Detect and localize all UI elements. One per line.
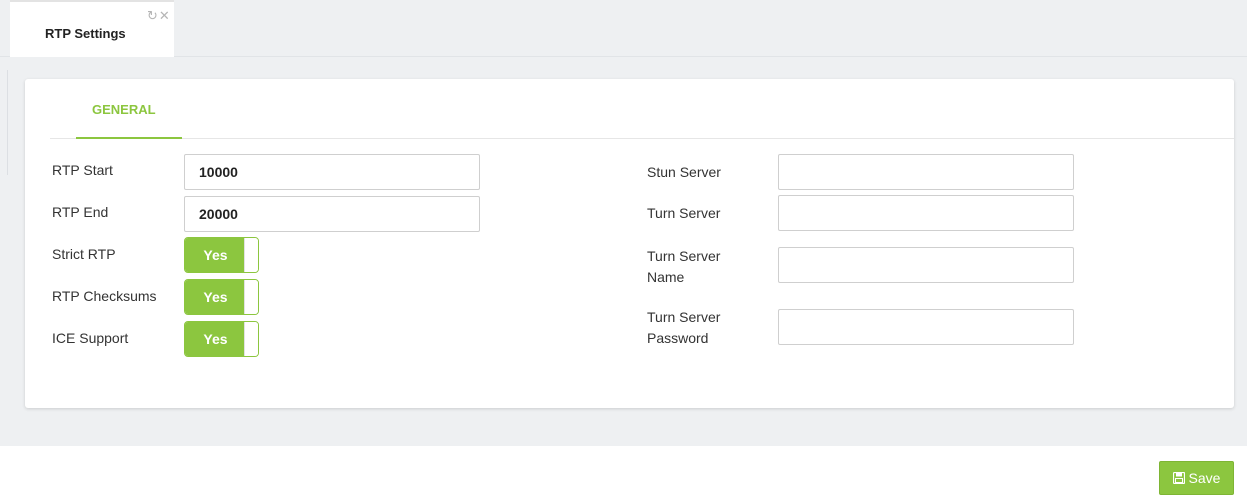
close-icon[interactable]: ✕ xyxy=(159,8,171,23)
tab-general[interactable]: GENERAL xyxy=(76,79,182,139)
rtp-checksums-label: RTP Checksums xyxy=(52,288,157,304)
toggle-knob xyxy=(244,280,258,314)
divider xyxy=(7,70,8,175)
turn-server-password-label-line1: Turn Server xyxy=(647,309,721,325)
turn-server-password-label-line2: Password xyxy=(647,330,709,346)
rtp-checksums-toggle[interactable]: Yes xyxy=(184,279,259,315)
turn-server-input[interactable] xyxy=(778,195,1074,231)
turn-server-password-input[interactable] xyxy=(778,309,1074,345)
save-button[interactable]: Save xyxy=(1159,461,1234,495)
strict-rtp-label: Strict RTP xyxy=(52,246,116,262)
ice-support-toggle-state: Yes xyxy=(185,322,246,356)
stun-server-input[interactable] xyxy=(778,154,1074,190)
stun-server-label: Stun Server xyxy=(647,164,721,180)
tab-bar: RTP Settings ↻✕ xyxy=(0,0,1247,57)
tab-general-label: GENERAL xyxy=(92,102,156,117)
rtp-start-label: RTP Start xyxy=(52,162,113,178)
strict-rtp-toggle-state: Yes xyxy=(185,238,246,272)
tab-rtp-settings[interactable]: RTP Settings ↻✕ xyxy=(10,0,174,57)
save-button-label: Save xyxy=(1188,470,1221,486)
turn-server-label: Turn Server xyxy=(647,205,721,221)
tab-controls: ↻✕ xyxy=(147,8,171,24)
rtp-checksums-toggle-state: Yes xyxy=(185,280,246,314)
ice-support-toggle[interactable]: Yes xyxy=(184,321,259,357)
toggle-knob xyxy=(244,322,258,356)
refresh-icon[interactable]: ↻ xyxy=(147,8,159,23)
turn-server-name-label-line2: Name xyxy=(647,269,685,285)
turn-server-name-label-line1: Turn Server xyxy=(647,248,721,264)
tab-title: RTP Settings xyxy=(45,26,126,41)
turn-server-name-input[interactable] xyxy=(778,247,1074,283)
rtp-end-input[interactable] xyxy=(184,196,480,232)
rtp-start-input[interactable] xyxy=(184,154,480,190)
rtp-end-label: RTP End xyxy=(52,204,109,220)
section-tabs: GENERAL xyxy=(50,79,1234,139)
toggle-knob xyxy=(244,238,258,272)
floppy-disk-icon xyxy=(1172,472,1185,484)
ice-support-label: ICE Support xyxy=(52,330,129,346)
strict-rtp-toggle[interactable]: Yes xyxy=(184,237,259,273)
